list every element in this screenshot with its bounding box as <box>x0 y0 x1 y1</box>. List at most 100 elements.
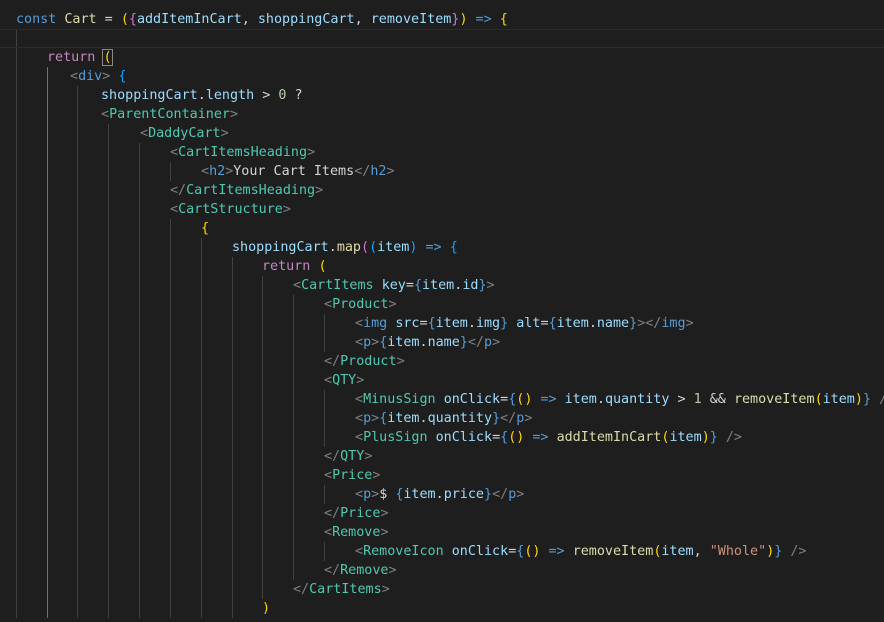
code-token: img <box>661 316 686 331</box>
code-line[interactable]: <img src={item.img} alt={item.name}></im… <box>0 314 884 333</box>
code-line[interactable]: <Price> <box>0 466 884 485</box>
code-token: < <box>293 278 302 293</box>
code-token: item <box>669 430 702 445</box>
code-token: img <box>363 316 388 331</box>
code-token: => <box>524 430 557 445</box>
code-line-content: shoppingCart.map((item) => { <box>232 238 458 257</box>
code-line[interactable]: <ParentContainer> <box>0 105 884 124</box>
code-line[interactable]: <p>{item.name}</p> <box>0 333 884 352</box>
code-token: > <box>364 449 373 464</box>
code-line[interactable]: <CartStructure> <box>0 200 884 219</box>
code-token: = <box>405 278 414 293</box>
code-line[interactable]: </CartItems> <box>0 580 884 599</box>
code-token: { <box>118 69 127 84</box>
code-token: Product <box>332 297 389 312</box>
code-line-content: const Cart = ({addItemInCart, shoppingCa… <box>16 10 508 29</box>
code-editor[interactable]: const Cart = ({addItemInCart, shoppingCa… <box>0 0 884 622</box>
code-token: > <box>685 316 694 331</box>
code-line[interactable]: </Price> <box>0 504 884 523</box>
code-token: item <box>387 335 420 350</box>
code-token: > <box>371 487 380 502</box>
code-token: </ <box>324 506 341 521</box>
code-line[interactable]: <div> { <box>0 67 884 86</box>
code-token: && <box>701 392 734 407</box>
code-line-content: <MinusSign onClick={() => item.quantity … <box>355 390 884 409</box>
code-token: CartStructure <box>178 202 283 217</box>
code-token: MinusSign <box>363 392 436 407</box>
code-line[interactable]: <PlusSign onClick={() => addItemInCart(i… <box>0 428 884 447</box>
code-line[interactable]: return ( <box>0 48 884 67</box>
code-line[interactable]: ) <box>0 599 884 618</box>
code-token: alt <box>516 316 541 331</box>
code-line[interactable]: <CartItems key={item.id}> <box>0 276 884 295</box>
code-token: onClick <box>435 430 493 445</box>
code-token: => <box>532 392 565 407</box>
code-token: { <box>499 12 508 27</box>
code-token: /> <box>790 544 807 559</box>
code-token: </ <box>354 164 371 179</box>
code-token: return <box>262 259 319 274</box>
code-token: > <box>386 164 395 179</box>
code-token: onClick <box>443 392 501 407</box>
code-token: ( <box>102 49 113 66</box>
code-token: Price <box>332 468 373 483</box>
code-token: "Whole" <box>709 544 767 559</box>
code-line-content: <img src={item.img} alt={item.name}></im… <box>355 314 694 333</box>
code-line[interactable]: </Remove> <box>0 561 884 580</box>
code-token: < <box>355 411 364 426</box>
code-line[interactable] <box>0 29 884 48</box>
code-token: ( <box>318 259 327 274</box>
code-line[interactable]: <p>$ {item.price}</p> <box>0 485 884 504</box>
code-line[interactable]: <Product> <box>0 295 884 314</box>
code-token: length <box>205 88 255 103</box>
code-line[interactable]: </Product> <box>0 352 884 371</box>
code-line[interactable]: const Cart = ({addItemInCart, shoppingCa… <box>0 10 884 29</box>
code-token: CartItemsHeading <box>178 145 308 160</box>
code-line[interactable]: <DaddyCart> <box>0 124 884 143</box>
code-token: { <box>413 278 422 293</box>
code-token: > <box>371 411 380 426</box>
code-token: ? <box>286 88 303 103</box>
code-token: name <box>427 335 460 350</box>
code-token: RemoveIcon <box>363 544 444 559</box>
code-token: Remove <box>332 525 381 540</box>
code-line[interactable]: </CartItemsHeading> <box>0 181 884 200</box>
code-line[interactable]: <p>{item.quantity}</p> <box>0 409 884 428</box>
code-line[interactable]: <QTY> <box>0 371 884 390</box>
code-line[interactable]: <Remove> <box>0 523 884 542</box>
code-token: } <box>478 278 487 293</box>
code-line-content: <div> { <box>70 67 126 86</box>
code-token: > <box>307 145 316 160</box>
code-token: < <box>324 525 333 540</box>
code-token: > <box>396 354 405 369</box>
code-line-content: shoppingCart.length > 0 ? <box>101 86 303 105</box>
code-line[interactable]: <h2>Your Cart Items</h2> <box>0 162 884 181</box>
code-line[interactable]: { <box>0 219 884 238</box>
code-line[interactable]: return ( <box>0 257 884 276</box>
code-token: > <box>356 373 365 388</box>
code-line-content: <Product> <box>324 295 397 314</box>
code-token: > <box>486 278 495 293</box>
code-line[interactable]: shoppingCart.length > 0 ? <box>0 86 884 105</box>
code-token: p <box>363 335 372 350</box>
code-line[interactable]: <CartItemsHeading> <box>0 143 884 162</box>
code-line[interactable]: </QTY> <box>0 447 884 466</box>
code-token: Price <box>340 506 381 521</box>
code-token: ( <box>120 12 129 27</box>
code-token: > <box>492 335 501 350</box>
code-token: 1 <box>693 392 702 407</box>
code-token: h2 <box>370 164 387 179</box>
code-token: CartItemsHeading <box>186 183 316 198</box>
code-line-content: <RemoveIcon onClick={() => removeItem(it… <box>355 542 807 561</box>
code-line[interactable]: <MinusSign onClick={() => item.quantity … <box>0 390 884 409</box>
code-line[interactable]: <RemoveIcon onClick={() => removeItem(it… <box>0 542 884 561</box>
code-token: name <box>596 316 630 331</box>
code-line[interactable]: shoppingCart.map((item) => { <box>0 238 884 257</box>
code-line-content: </Product> <box>324 352 405 371</box>
code-token: h2 <box>209 164 226 179</box>
code-token: QTY <box>332 373 357 388</box>
code-token: img <box>475 316 501 331</box>
code-token: < <box>324 468 333 483</box>
